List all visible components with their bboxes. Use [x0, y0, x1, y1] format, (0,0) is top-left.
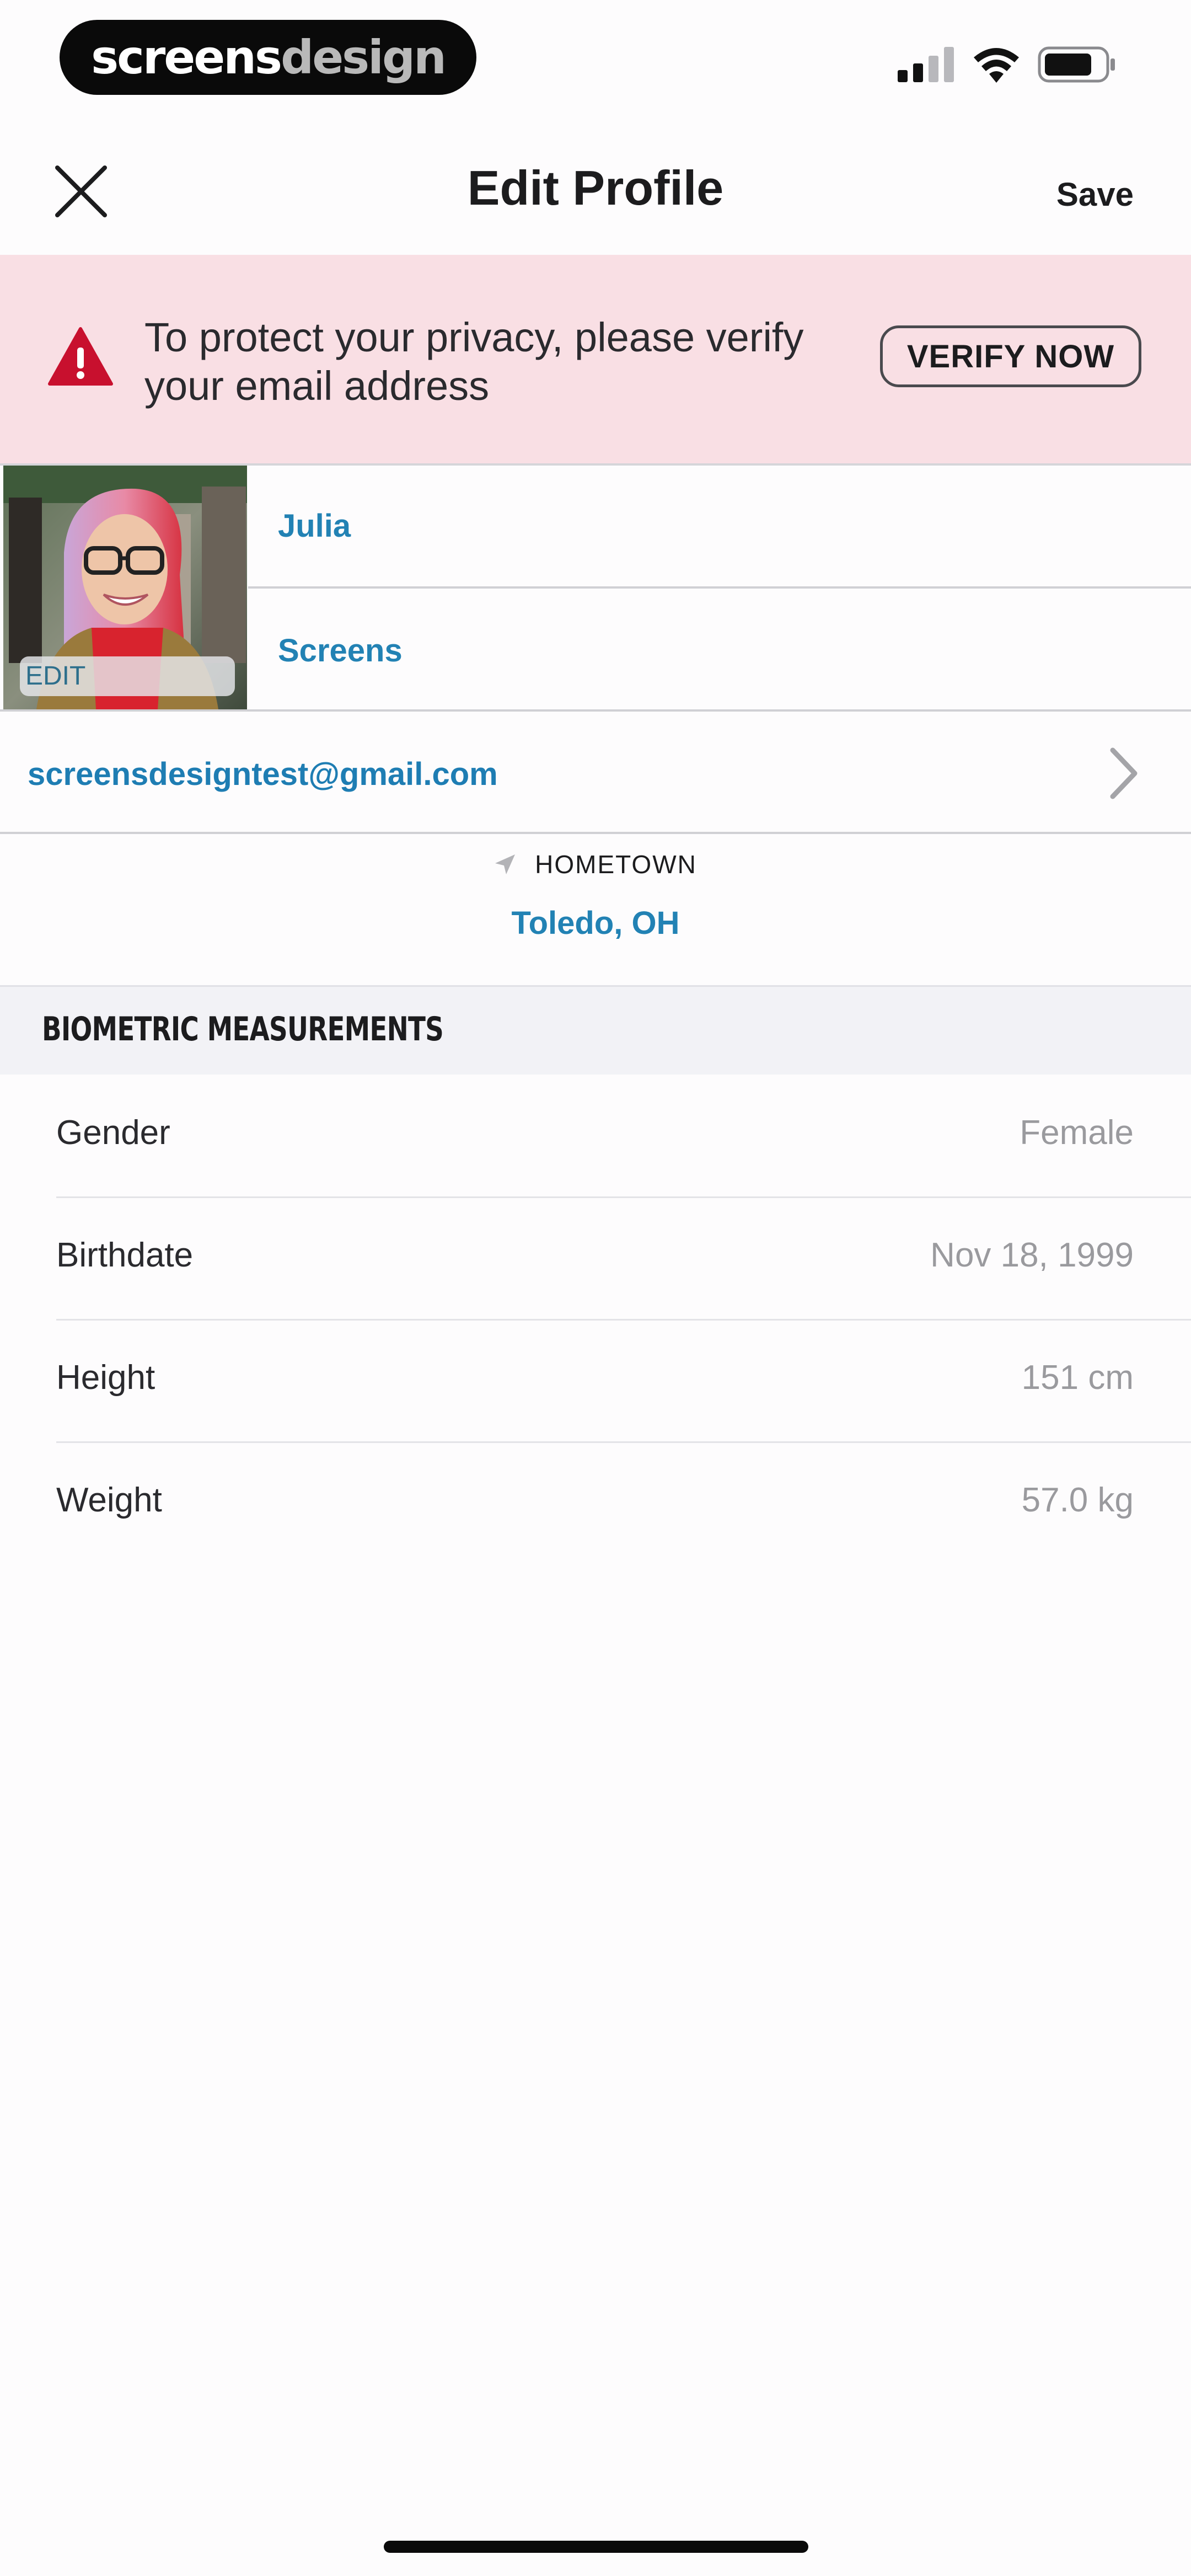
page-title: Edit Profile — [467, 161, 724, 215]
privacy-banner-message: To protect your privacy, please verify y… — [144, 314, 804, 409]
brand-logo: screens design — [60, 20, 476, 95]
email-row[interactable]: screensdesigntest@gmail.com — [0, 712, 1191, 834]
weight-label: Weight — [56, 1481, 162, 1519]
last-name-field[interactable]: Screens — [278, 632, 403, 669]
email-value: screensdesigntest@gmail.com — [28, 756, 498, 792]
height-row[interactable]: Height 151 cm — [0, 1321, 1191, 1443]
hometown-label-group: HOMETOWN — [0, 849, 1191, 879]
height-label: Height — [56, 1359, 155, 1397]
brand-logo-part1: screens — [91, 30, 282, 84]
birthdate-row[interactable]: Birthdate Nov 18, 1999 — [0, 1198, 1191, 1321]
cellular-signal-icon — [898, 47, 954, 82]
divider — [0, 463, 1191, 466]
weight-row[interactable]: Weight 57.0 kg — [0, 1443, 1191, 1565]
birthdate-value: Nov 18, 1999 — [930, 1236, 1134, 1274]
hometown-value[interactable]: Toledo, OH — [0, 905, 1191, 942]
gender-label: Gender — [56, 1114, 170, 1152]
save-button[interactable]: Save — [1056, 175, 1134, 213]
verify-now-button[interactable]: VERIFY NOW — [880, 325, 1141, 387]
profile-photo[interactable]: EDIT — [3, 464, 247, 709]
divider — [248, 586, 1191, 589]
privacy-banner: To protect your privacy, please verify y… — [0, 255, 1191, 463]
weight-value: 57.0 kg — [1021, 1481, 1134, 1519]
home-indicator — [384, 2541, 808, 2553]
gender-row[interactable]: Gender Female — [0, 1076, 1191, 1198]
location-arrow-icon — [495, 854, 516, 874]
chevron-right-icon — [1110, 747, 1138, 799]
birthdate-label: Birthdate — [56, 1236, 194, 1274]
first-name-field[interactable]: Julia — [278, 507, 351, 544]
gender-value: Female — [1020, 1114, 1134, 1152]
warning-triangle-icon — [48, 327, 113, 386]
section-title: BIOMETRIC MEASUREMENTS — [42, 1010, 444, 1049]
divider — [0, 832, 1191, 834]
biometric-section-header: BIOMETRIC MEASUREMENTS — [0, 985, 1191, 1075]
wifi-icon — [974, 48, 1019, 83]
photo-edit-button[interactable]: EDIT — [20, 656, 235, 696]
status-bar-icons — [898, 46, 1116, 83]
brand-logo-part2: design — [281, 30, 447, 84]
hometown-label: HOMETOWN — [535, 850, 697, 879]
battery-icon — [1038, 46, 1115, 83]
height-value: 151 cm — [1021, 1359, 1134, 1397]
